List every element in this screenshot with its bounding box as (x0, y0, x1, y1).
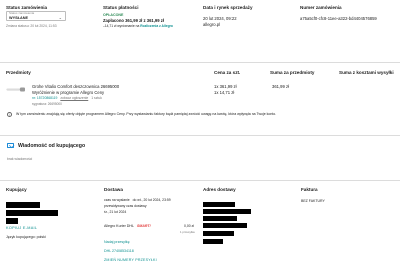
order-details-page: Status zamówienia Status płatności Data … (0, 0, 400, 272)
buyer-login-redacted (6, 210, 58, 216)
col-payment-status: Status płatności (103, 5, 139, 10)
col-date-market: Data i rynek sprzedaży (203, 5, 253, 10)
order-status-select[interactable]: Status zamówienia WYSŁANE ⌄ (6, 11, 66, 21)
items-sum: 361,99 zł (272, 84, 289, 89)
courier-name: Allegro Kurier DHL (104, 224, 134, 228)
address-redacted (203, 223, 247, 228)
tracking-number[interactable]: DHL 27408534118 (104, 249, 134, 253)
allegro-ceny-program: Wyróżnienie w programie Allegro Ceny (32, 90, 105, 95)
col-delivery: Dostawa (104, 187, 123, 192)
col-order-status: Status zamówienia (6, 5, 48, 10)
shipping-deadline-value: do wt., 20 lut 2024, 23:59 (132, 198, 171, 202)
buyer-name-redacted (6, 202, 40, 208)
col-buyer: Kupujący (6, 187, 27, 192)
product-title[interactable]: Grohe Vitalio Comfort deszczownica 26695… (32, 84, 119, 89)
select-value: WYSŁANE (9, 16, 28, 20)
col-items: Przedmioty (6, 70, 31, 75)
col-sum-with-shipping: Suma z kosztami wysyłki (339, 70, 394, 75)
expected-delivery-label: przewidywany czas dostawy (104, 204, 147, 208)
settlement-note: –14,71 zł wyrównanie na Rozliczenia z Al… (103, 24, 173, 28)
courier-qty: 1 przesyłka (180, 230, 195, 234)
shipping-deadline-label: czas na wysłanie (104, 198, 130, 202)
change-parcel-numbers-button[interactable]: ZMIEŃ NUMERY PRZESYŁKI (104, 258, 157, 262)
allegro-ceny-info: W tym zamówieniu znajdują się oferty obj… (16, 112, 277, 116)
divider (0, 135, 400, 136)
chevron-down-icon: ⌄ (58, 15, 62, 20)
col-unit-price: Cena za szt. (214, 70, 241, 75)
invoice-status: BEZ FAKTURY (301, 199, 325, 203)
order-date: 20 lut 2024, 09:22 (203, 16, 237, 21)
settlement-prefix: –14,71 zł wyrównanie na (103, 24, 140, 28)
expected-delivery-date: śr., 21 lut 2024 (104, 210, 127, 214)
buyer-message-title: Wiadomość od kupującego (18, 143, 86, 149)
unit-price-line-2: 1x 14,71 zł (214, 90, 235, 95)
address-redacted (203, 239, 223, 244)
offer-signature: sygnatura: 26695000 (32, 102, 62, 106)
courier-price: 0,00 zł (184, 224, 194, 228)
paid-amount: Zapłacono 361,99 zł z 361,99 zł (103, 18, 164, 23)
buyer-phone-redacted (6, 218, 18, 224)
status-changed-note: Zmiana statusu: 20 lut 2024, 11:53 (6, 24, 57, 28)
payment-status-badge: OPŁACONE (103, 13, 124, 17)
address-redacted (203, 202, 235, 207)
info-icon: i (7, 112, 12, 117)
unit-price-line: 1x 361,99 zł (214, 84, 237, 89)
courier-line: Allegro Kurier DHL SMART! (104, 224, 151, 228)
offer-meta: nr: 15720868119 zobacz ogłoszenie 1 sztu… (32, 96, 102, 100)
address-redacted (203, 216, 237, 221)
copy-email-button[interactable]: KOPIUJ E-MAIL (6, 226, 37, 231)
shipping-deadline: czas na wysłanie do wt., 20 lut 2024, 23… (104, 198, 171, 202)
col-delivery-address: Adres dostawy (203, 187, 236, 192)
envelope-icon (7, 143, 14, 148)
smart-badge: SMART! (136, 224, 151, 228)
buyer-message-empty: brak wiadomości (7, 157, 33, 161)
order-market: allegro.pl (203, 22, 220, 27)
offer-number[interactable]: nr: 15720868119 (32, 96, 57, 100)
offer-qty: 1 sztuk (91, 96, 102, 100)
order-number[interactable]: a75a5cf0-cfc8-11ee-a322-bd4404576859 (300, 16, 377, 21)
divider (0, 180, 400, 181)
col-order-number: Numer zamówienia (300, 5, 342, 10)
col-items-sum: Suma za przedmioty (270, 70, 315, 75)
settlement-link[interactable]: Rozliczenia z Allegro (140, 24, 173, 28)
address-redacted (203, 209, 251, 214)
col-invoice: Faktura (301, 187, 318, 192)
offer-link[interactable]: zobacz ogłoszenie (60, 96, 88, 100)
send-parcel-link[interactable]: Nadaj przesyłkę (104, 240, 130, 244)
product-thumbnail[interactable] (6, 86, 26, 93)
buyer-language: Język kupującego: polski (6, 235, 46, 239)
address-redacted (203, 231, 234, 236)
divider (0, 62, 400, 63)
